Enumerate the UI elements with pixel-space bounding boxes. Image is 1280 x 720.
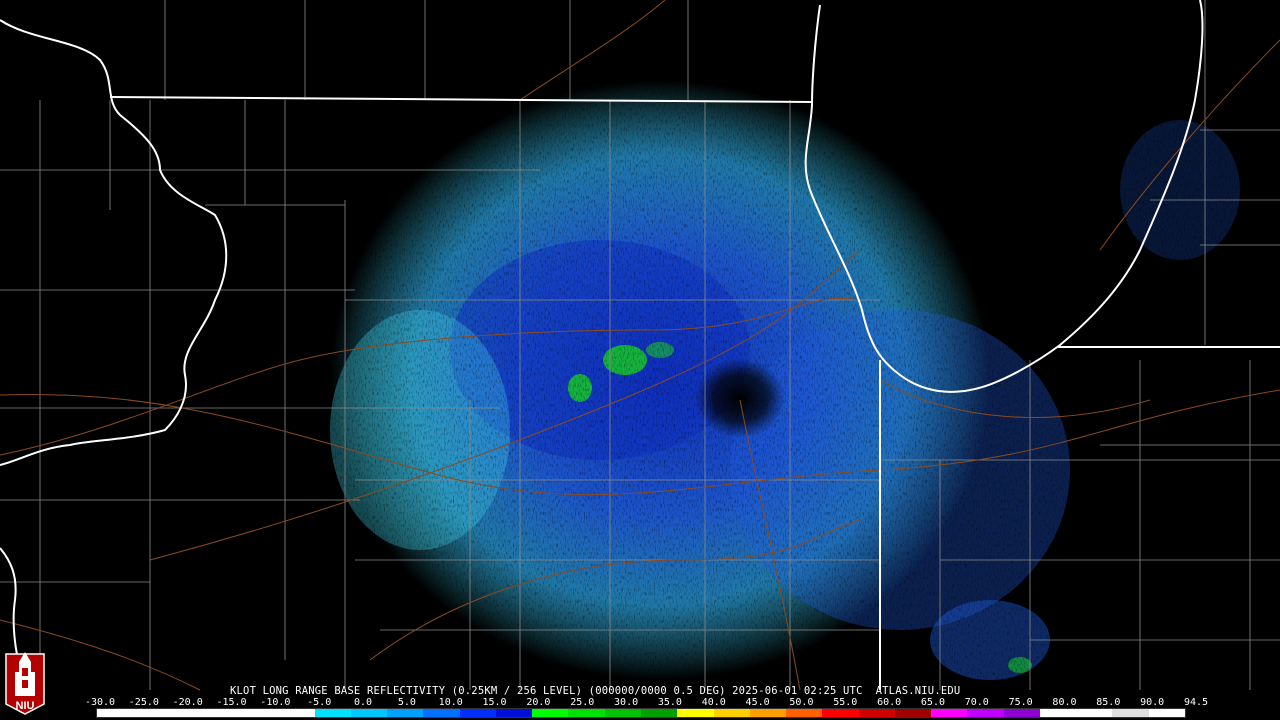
scale-tick-label: -30.0 (84, 697, 116, 708)
scale-tick-label: 35.0 (657, 697, 682, 708)
scale-tick-label: 50.0 (789, 697, 814, 708)
scale-swatch (894, 709, 932, 717)
scale-swatch (1076, 709, 1113, 717)
scale-swatch (387, 709, 424, 717)
scale-swatch (568, 709, 605, 717)
scale-tick-label: 10.0 (438, 697, 463, 708)
radar-map[interactable] (0, 0, 1280, 720)
scale-swatch (713, 709, 750, 717)
scale-tick-label: -5.0 (307, 697, 332, 708)
scale-tick-label: -10.0 (260, 697, 291, 708)
reflectivity-color-scale (96, 708, 1186, 718)
scale-tick-label: 55.0 (833, 697, 858, 708)
scale-swatch (1112, 709, 1149, 717)
scale-swatch (677, 709, 714, 717)
scale-tick-label: 90.0 (1140, 697, 1165, 708)
scale-swatch (242, 709, 279, 717)
scale-tick-label: 5.0 (397, 697, 416, 708)
scale-tick-label: 70.0 (964, 697, 989, 708)
scale-tick-label: 80.0 (1052, 697, 1077, 708)
scale-swatch (1039, 709, 1077, 717)
scale-swatch (278, 709, 315, 717)
scale-swatch (532, 709, 569, 717)
scale-tick-label: 60.0 (877, 697, 902, 708)
scale-tick-label: -25.0 (128, 697, 159, 708)
scale-tick-label: 94.5 (1183, 697, 1209, 708)
scale-swatch (423, 709, 460, 717)
scale-tick-label: -20.0 (172, 697, 203, 708)
scale-tick-label: 15.0 (482, 697, 507, 708)
scale-tick-label: 45.0 (745, 697, 770, 708)
scale-swatch (786, 709, 823, 717)
scale-tick-label: 30.0 (614, 697, 639, 708)
scale-swatch (495, 709, 533, 717)
logo-text: NIU (15, 700, 35, 712)
scale-tick-label: 25.0 (570, 697, 595, 708)
scale-tick-label: 75.0 (1008, 697, 1033, 708)
scale-swatch (858, 709, 895, 717)
scale-swatch (604, 709, 641, 717)
scale-swatch (350, 709, 388, 717)
scale-swatch (1003, 709, 1040, 717)
scale-swatch (967, 709, 1004, 717)
scale-swatch (97, 709, 134, 717)
scale-swatch (640, 709, 678, 717)
scale-swatch (169, 709, 206, 717)
scale-swatch (749, 709, 787, 717)
scale-tick-label: 65.0 (920, 697, 945, 708)
scale-swatch (133, 709, 170, 717)
scale-swatch (1148, 709, 1185, 717)
scale-tick-label: 20.0 (526, 697, 551, 708)
product-caption: KLOT LONG RANGE BASE REFLECTIVITY (0.25K… (230, 685, 961, 697)
scale-swatch (314, 709, 351, 717)
scale-tick-label: 40.0 (701, 697, 726, 708)
scale-swatch (931, 709, 968, 717)
scale-swatch (459, 709, 496, 717)
scale-tick-label: 85.0 (1096, 697, 1121, 708)
scale-swatch (822, 709, 859, 717)
scale-swatch (205, 709, 243, 717)
scale-tick-label: 0.0 (354, 697, 373, 708)
scale-tick-label: -15.0 (216, 697, 247, 708)
